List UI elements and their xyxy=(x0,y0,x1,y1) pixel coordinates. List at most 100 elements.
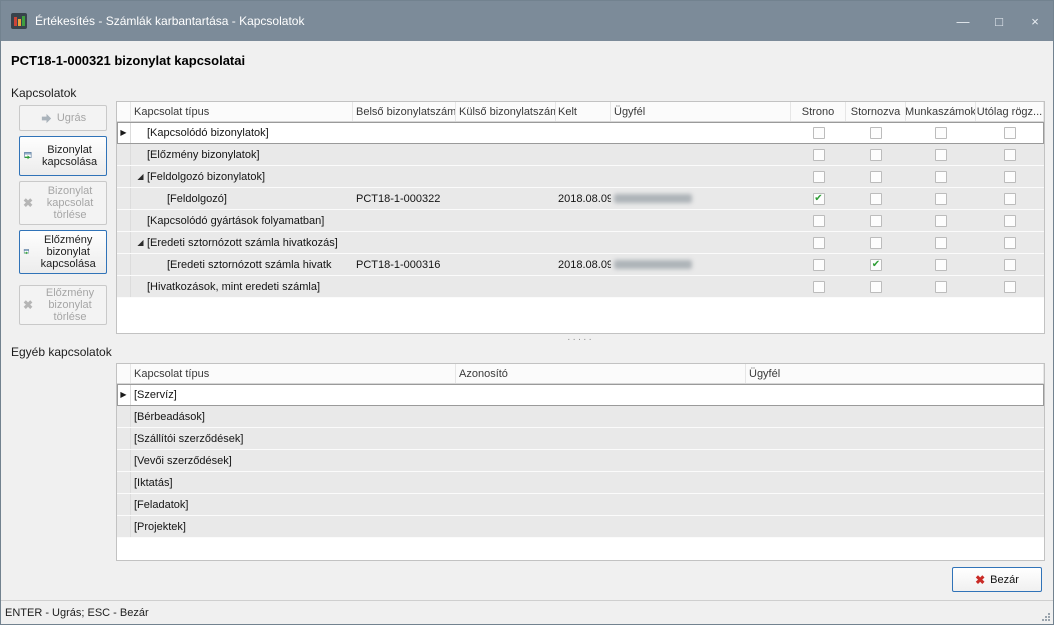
row-label: [Projektek] xyxy=(131,516,456,537)
expander-icon[interactable]: ◢ xyxy=(134,239,147,247)
close-x-icon: ✖ xyxy=(975,573,985,587)
table-row[interactable]: [Kapcsolódó gyártások folyamatban] xyxy=(117,210,1044,232)
table-row[interactable]: ▶ [Kapcsolódó bizonylatok] xyxy=(117,122,1044,144)
current-row-arrow-icon: ▶ xyxy=(120,129,126,137)
row-label: [Feladatok] xyxy=(131,494,456,515)
row-indicator: ▶ xyxy=(117,384,131,405)
utolag-checkbox[interactable] xyxy=(1004,259,1016,271)
munkaszamok-checkbox[interactable] xyxy=(935,281,947,293)
strono-checkbox[interactable] xyxy=(813,259,825,271)
bezar-button[interactable]: ✖ Bezár xyxy=(952,567,1042,592)
utolag-checkbox[interactable] xyxy=(1004,171,1016,183)
row-indicator xyxy=(117,188,131,209)
row-indicator xyxy=(117,210,131,231)
strono-checkbox[interactable] xyxy=(813,127,825,139)
column-header-kapcsolat-tipus[interactable]: Kapcsolat típus xyxy=(131,364,456,383)
strono-checkbox[interactable] xyxy=(813,281,825,293)
grid-splitter[interactable]: ····· xyxy=(116,335,1045,344)
row-indicator xyxy=(117,428,131,449)
table-row[interactable]: [Előzmény bizonylatok] xyxy=(117,144,1044,166)
close-window-button[interactable]: × xyxy=(1017,1,1053,41)
table-row[interactable]: [Hivatkozások, mint eredeti számla] xyxy=(117,276,1044,298)
row-label: [Bérbeadások] xyxy=(131,406,456,427)
delete-x-icon: ✖ xyxy=(23,197,33,209)
kapcsolatok-group-label: Kapcsolatok xyxy=(11,86,76,100)
link-document-icon xyxy=(23,245,29,259)
strono-checkbox[interactable] xyxy=(813,237,825,249)
column-header-stornozva[interactable]: Stornozva xyxy=(846,102,906,121)
column-header-kapcsolat-tipus[interactable]: Kapcsolat típus xyxy=(131,102,353,121)
ugras-button[interactable]: Ugrás xyxy=(19,105,107,131)
button-label: Előzmény bizonylat kapcsolása xyxy=(33,234,103,270)
strono-checkbox[interactable] xyxy=(813,193,825,205)
bizonylat-kapcsolat-torlese-button[interactable]: ✖ Bizonylat kapcsolat törlése xyxy=(19,181,107,225)
app-window: Értékesítés - Számlák karbantartása - Ka… xyxy=(0,0,1054,625)
row-label: [Előzmény bizonylatok] xyxy=(147,149,260,161)
column-header-ugyfel[interactable]: Ügyfél xyxy=(746,364,1044,383)
maximize-button[interactable]: □ xyxy=(981,1,1017,41)
table-row[interactable]: [Projektek] xyxy=(117,516,1044,538)
table-row[interactable]: [Iktatás] xyxy=(117,472,1044,494)
munkaszamok-checkbox[interactable] xyxy=(935,127,947,139)
column-header-kulso-bizonylatszam[interactable]: Külső bizonylatszám xyxy=(456,102,556,121)
table-row[interactable]: [Szállítói szerződések] xyxy=(117,428,1044,450)
table-row[interactable]: [Feldolgozó] PCT18-1-000322 2018.08.09. xyxy=(117,188,1044,210)
stornozva-checkbox[interactable] xyxy=(870,149,882,161)
indicator-header xyxy=(117,364,131,383)
elozmeny-bizonylat-kapcsolasa-button[interactable]: Előzmény bizonylat kapcsolása xyxy=(19,230,107,274)
strono-checkbox[interactable] xyxy=(813,171,825,183)
utolag-checkbox[interactable] xyxy=(1004,149,1016,161)
stornozva-checkbox[interactable] xyxy=(870,259,882,271)
current-row-arrow-icon: ▶ xyxy=(120,391,126,399)
column-header-ugyfel[interactable]: Ügyfél xyxy=(611,102,791,121)
stornozva-checkbox[interactable] xyxy=(870,237,882,249)
munkaszamok-checkbox[interactable] xyxy=(935,149,947,161)
table-row[interactable]: ◢[Feldolgozó bizonylatok] xyxy=(117,166,1044,188)
utolag-checkbox[interactable] xyxy=(1004,281,1016,293)
column-header-kelt[interactable]: Kelt xyxy=(556,102,611,121)
stornozva-checkbox[interactable] xyxy=(870,215,882,227)
table-row[interactable]: [Bérbeadások] xyxy=(117,406,1044,428)
utolag-checkbox[interactable] xyxy=(1004,215,1016,227)
table-row[interactable]: [Feladatok] xyxy=(117,494,1044,516)
table-row[interactable]: [Eredeti sztornózott számla hivatk PCT18… xyxy=(117,254,1044,276)
kapcsolatok-grid: Kapcsolat típus Belső bizonylatszám Küls… xyxy=(116,101,1045,334)
table-row[interactable]: ◢[Eredeti sztornózott számla hivatkozás] xyxy=(117,232,1044,254)
button-label: Bizonylat kapcsolat törlése xyxy=(37,185,103,221)
utolag-checkbox[interactable] xyxy=(1004,193,1016,205)
title-bar[interactable]: Értékesítés - Számlák karbantartása - Ka… xyxy=(1,1,1053,41)
elozmeny-bizonylat-torlese-button[interactable]: ✖ Előzmény bizonylat törlése xyxy=(19,285,107,325)
column-header-munkaszamok[interactable]: Munkaszámok xyxy=(906,102,976,121)
expander-icon[interactable]: ◢ xyxy=(134,173,147,181)
column-header-strono[interactable]: Strono xyxy=(791,102,846,121)
stornozva-checkbox[interactable] xyxy=(870,281,882,293)
stornozva-checkbox[interactable] xyxy=(870,127,882,139)
munkaszamok-checkbox[interactable] xyxy=(935,171,947,183)
munkaszamok-checkbox[interactable] xyxy=(935,237,947,249)
column-header-azonosito[interactable]: Azonosító xyxy=(456,364,746,383)
column-header-belso-bizonylatszam[interactable]: Belső bizonylatszám xyxy=(353,102,456,121)
table-row[interactable]: ▶ [Szervíz] xyxy=(117,384,1044,406)
row-indicator xyxy=(117,494,131,515)
stornozva-checkbox[interactable] xyxy=(870,193,882,205)
bizonylat-kapcsolasa-button[interactable]: Bizonylat kapcsolása xyxy=(19,136,107,176)
utolag-checkbox[interactable] xyxy=(1004,127,1016,139)
left-button-panel: Ugrás Bizonylat kapcsolása ✖ Bizonylat k… xyxy=(19,105,107,325)
resize-grip[interactable] xyxy=(1041,612,1051,622)
munkaszamok-checkbox[interactable] xyxy=(935,259,947,271)
link-document-icon xyxy=(23,149,32,163)
minimize-button[interactable]: — xyxy=(945,1,981,41)
page-title: PCT18-1-000321 bizonylat kapcsolatai xyxy=(11,53,245,68)
column-header-utolag-rogz[interactable]: Utólag rögz... xyxy=(976,102,1044,121)
utolag-checkbox[interactable] xyxy=(1004,237,1016,249)
delete-x-icon: ✖ xyxy=(23,299,33,311)
table-row[interactable]: [Vevői szerződések] xyxy=(117,450,1044,472)
row-label: [Szállítói szerződések] xyxy=(131,428,456,449)
munkaszamok-checkbox[interactable] xyxy=(935,215,947,227)
strono-checkbox[interactable] xyxy=(813,149,825,161)
stornozva-checkbox[interactable] xyxy=(870,171,882,183)
strono-checkbox[interactable] xyxy=(813,215,825,227)
row-label: [Kapcsolódó gyártások folyamatban] xyxy=(147,215,324,227)
row-indicator xyxy=(117,472,131,493)
munkaszamok-checkbox[interactable] xyxy=(935,193,947,205)
